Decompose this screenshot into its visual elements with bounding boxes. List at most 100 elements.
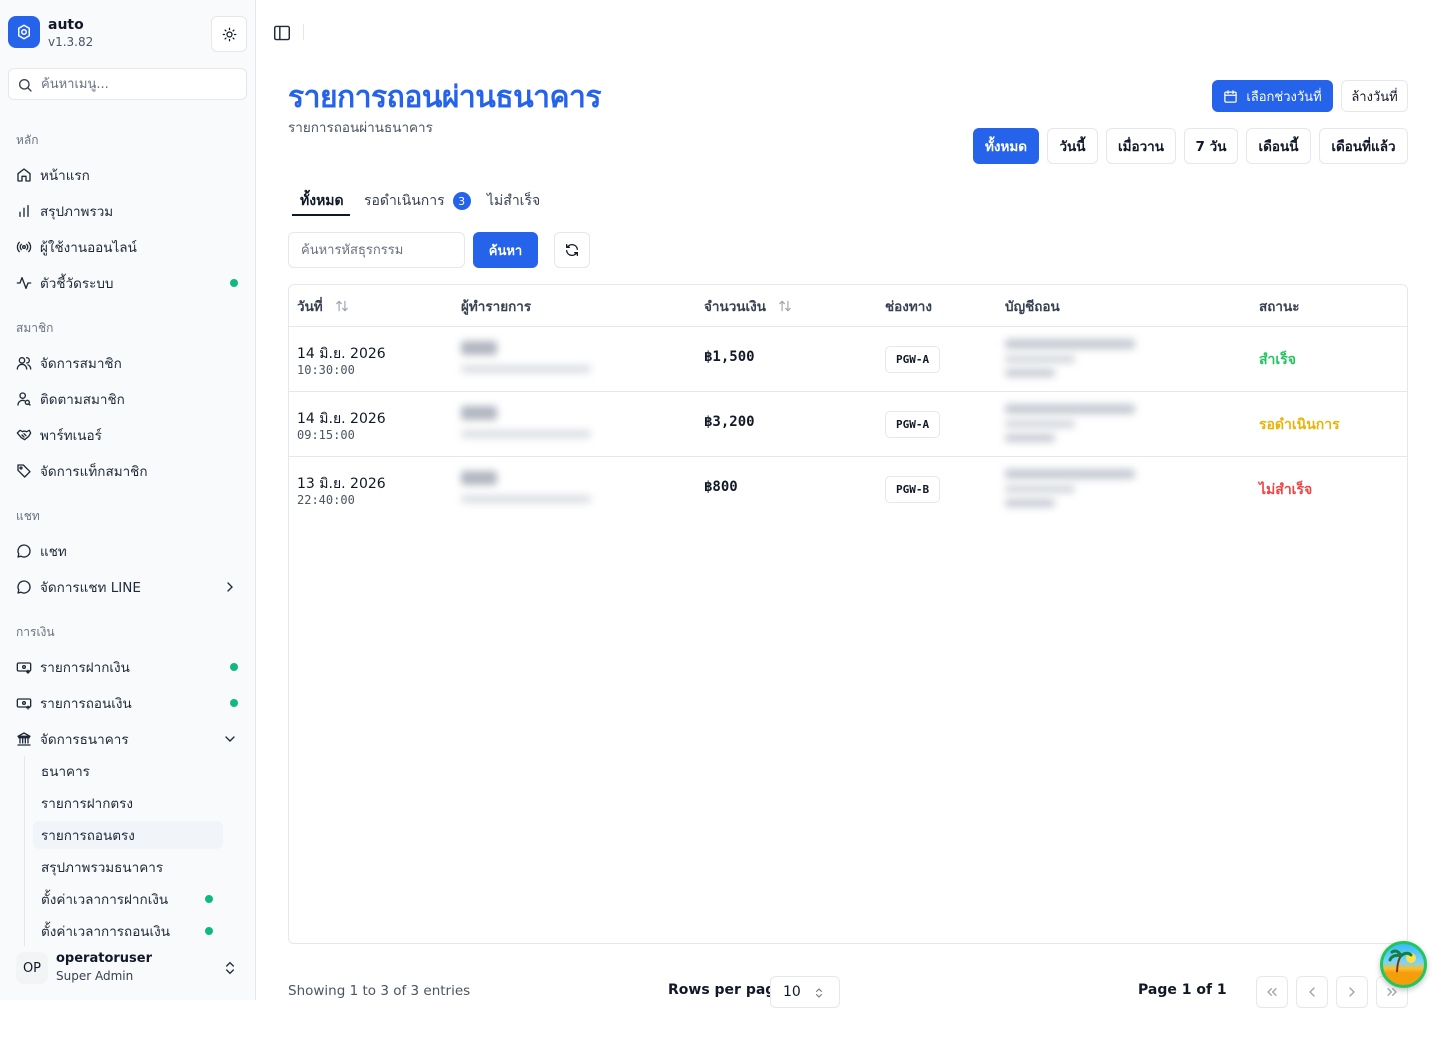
page-title: รายการถอนผ่านธนาคาร xyxy=(288,80,601,115)
column-header-status: สถานะ xyxy=(1259,298,1300,315)
sidebar-item-withdrawals[interactable]: รายการถอนเงิน xyxy=(8,687,248,719)
menu-search-input[interactable] xyxy=(41,69,241,99)
status-dot xyxy=(205,895,213,903)
chevron-left-icon xyxy=(1309,987,1315,997)
sidebar-item-home[interactable]: หน้าแรก xyxy=(8,159,248,191)
sidebar-subitem-direct-deposits[interactable]: รายการฝากตรง xyxy=(33,789,223,817)
status-dot xyxy=(230,279,238,287)
users-icon xyxy=(16,355,32,371)
redacted-account-name xyxy=(1005,469,1135,479)
redacted-account-name xyxy=(1005,404,1135,414)
tag-icon xyxy=(16,463,32,479)
app-name: auto xyxy=(48,17,84,33)
sidebar-subitem-bank-overview[interactable]: สรุปภาพรวมธนาคาร xyxy=(33,853,223,881)
theme-toggle-button[interactable] xyxy=(211,16,247,52)
tab-failed[interactable]: ไม่สำเร็จ xyxy=(487,186,540,216)
sidebar-item-deposits[interactable]: รายการฝากเงิน xyxy=(8,651,248,683)
search-button[interactable]: ค้นหา xyxy=(473,232,538,268)
row-amount: ฿800 xyxy=(704,479,738,495)
avatar: OP xyxy=(16,952,48,984)
clear-date-button[interactable]: ล้างวันที่ xyxy=(1341,80,1408,112)
redacted-account-bank xyxy=(1005,355,1075,363)
sort-icon xyxy=(335,299,349,313)
table-row[interactable]: 14 มิ.ย. 2026 10:30:00 ฿1,500 PGW-A สำเร… xyxy=(289,327,1407,392)
sidebar-subitem-withdraw-time[interactable]: ตั้งค่าเวลาการถอนเงิน xyxy=(33,917,223,945)
sidebar-toggle-button[interactable] xyxy=(272,24,292,42)
redacted-operator-detail xyxy=(461,430,591,438)
table-row[interactable]: 14 มิ.ย. 2026 09:15:00 ฿3,200 PGW-A รอดำ… xyxy=(289,392,1407,457)
sidebar: auto v1.3.82 หลัก หน้าแรก สรุปภาพรวม ผู้… xyxy=(0,0,256,1000)
channel-badge: PGW-A xyxy=(885,411,941,438)
sidebar-item-label: ติดตามสมาชิก xyxy=(40,392,125,408)
sidebar-subitem-banks[interactable]: ธนาคาร xyxy=(33,757,223,785)
filter-this-month-button[interactable]: เดือนนี้ xyxy=(1246,128,1311,164)
filter-7days-button[interactable]: 7 วัน xyxy=(1184,128,1238,164)
refresh-button[interactable] xyxy=(554,232,590,268)
sidebar-item-manage-members[interactable]: จัดการสมาชิก xyxy=(8,347,248,379)
filter-last-month-button[interactable]: เดือนที่แล้ว xyxy=(1319,128,1408,164)
section-label-main: หลัก xyxy=(16,133,39,147)
date-range-button[interactable]: เลือกช่วงวันที่ xyxy=(1212,80,1333,112)
activity-icon xyxy=(16,275,32,291)
transaction-search-input[interactable] xyxy=(288,232,465,268)
sidebar-item-partners[interactable]: พาร์ทเนอร์ xyxy=(8,419,248,451)
chevrons-up-down-icon xyxy=(813,986,825,1004)
entries-summary: Showing 1 to 3 of 3 entries xyxy=(288,983,471,999)
money-out-icon xyxy=(16,695,32,711)
sidebar-item-line-chat[interactable]: จัดการแชท LINE xyxy=(8,571,248,603)
user-menu[interactable]: OP operatoruser Super Admin xyxy=(8,946,248,990)
sidebar-item-label: จัดการสมาชิก xyxy=(40,356,122,372)
status-dot xyxy=(205,927,213,935)
table-row[interactable]: 13 มิ.ย. 2026 22:40:00 ฿800 PGW-B ไม่สำเ… xyxy=(289,457,1407,522)
user-name: operatoruser xyxy=(56,951,153,966)
submenu-divider xyxy=(24,756,25,946)
previous-page-button[interactable] xyxy=(1296,976,1328,1008)
logo-icon xyxy=(8,16,40,48)
sidebar-subitem-direct-withdrawals[interactable]: รายการถอนตรง xyxy=(33,821,223,849)
calendar-icon xyxy=(1223,89,1238,104)
next-page-button[interactable] xyxy=(1336,976,1368,1008)
chevrons-left-icon xyxy=(1267,988,1277,996)
tab-all[interactable]: ทั้งหมด xyxy=(300,186,344,216)
search-icon xyxy=(19,79,32,92)
sidebar-item-label: แชท xyxy=(40,544,67,560)
column-header-amount[interactable]: จำนวนเงิน xyxy=(704,285,792,326)
tab-pending[interactable]: รอดำเนินการ 3 xyxy=(364,186,471,216)
column-header-operator: ผู้ทำรายการ xyxy=(461,298,532,315)
chevron-right-icon xyxy=(222,579,238,599)
rows-per-page-select[interactable]: 10 xyxy=(770,976,840,1008)
filter-yesterday-button[interactable]: เมื่อวาน xyxy=(1106,128,1176,164)
redacted-account-bank xyxy=(1005,420,1075,428)
sidebar-item-label: ตัวชี้วัดระบบ xyxy=(40,276,114,292)
sidebar-item-overview[interactable]: สรุปภาพรวม xyxy=(8,195,248,227)
rows-per-page-label: Rows per page xyxy=(668,982,785,998)
filter-today-button[interactable]: วันนี้ xyxy=(1047,128,1098,164)
home-icon xyxy=(16,167,32,183)
filter-all-button[interactable]: ทั้งหมด xyxy=(973,128,1039,164)
floating-chat-button[interactable] xyxy=(1380,941,1427,988)
page-indicator: Page 1 of 1 xyxy=(1138,982,1227,998)
sidebar-subitem-label: ธนาคาร xyxy=(41,764,90,780)
column-header-date[interactable]: วันที่ xyxy=(297,285,349,326)
sidebar-item-system-metrics[interactable]: ตัวชี้วัดระบบ xyxy=(8,267,248,299)
sidebar-item-online-users[interactable]: ผู้ใช้งานออนไลน์ xyxy=(8,231,248,263)
sidebar-item-label: รายการฝากเงิน xyxy=(40,660,130,676)
redacted-account-number xyxy=(1005,434,1055,442)
sidebar-item-track-members[interactable]: ติดตามสมาชิก xyxy=(8,383,248,415)
column-header-label: จำนวนเงิน xyxy=(704,298,766,315)
sidebar-subitem-label: รายการฝากตรง xyxy=(41,796,134,812)
sidebar-item-label: จัดการแท็กสมาชิก xyxy=(40,464,148,480)
sidebar-item-label: รายการถอนเงิน xyxy=(40,696,132,712)
tab-pending-label: รอดำเนินการ xyxy=(364,193,445,209)
column-header-label: วันที่ xyxy=(297,298,323,315)
sidebar-item-label: จัดการแชท LINE xyxy=(40,580,141,596)
app-version: v1.3.82 xyxy=(48,35,94,49)
sidebar-item-chat[interactable]: แชท xyxy=(8,535,248,567)
status-dot xyxy=(230,663,238,671)
rows-per-page-value: 10 xyxy=(783,984,801,1000)
sidebar-item-member-tags[interactable]: จัดการแท็กสมาชิก xyxy=(8,455,248,487)
broadcast-icon xyxy=(16,239,32,255)
sidebar-subitem-deposit-time[interactable]: ตั้งค่าเวลาการฝากเงิน xyxy=(33,885,223,913)
first-page-button[interactable] xyxy=(1256,976,1288,1008)
sidebar-item-bank-management[interactable]: จัดการธนาคาร xyxy=(8,723,248,755)
